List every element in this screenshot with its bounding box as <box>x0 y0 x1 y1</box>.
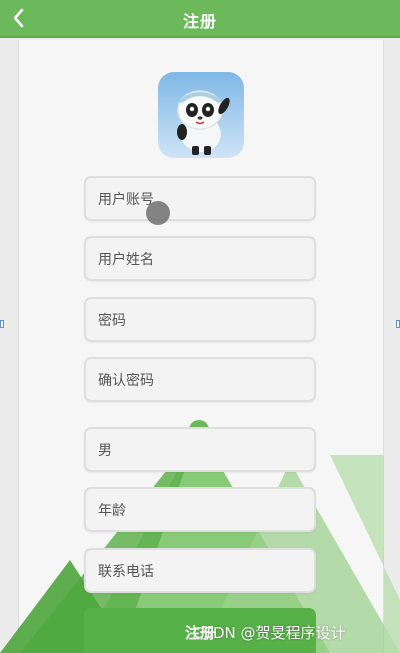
app-header: 注册 <box>0 0 400 38</box>
phone-placeholder: 联系电话 <box>98 563 154 580</box>
confirm-password-field[interactable]: 确认密码 <box>84 357 316 402</box>
name-field[interactable]: 用户姓名 <box>84 236 316 281</box>
confirm-password-placeholder: 确认密码 <box>98 372 154 389</box>
gender-select[interactable]: 男 <box>84 427 316 472</box>
page-title: 注册 <box>182 12 217 31</box>
right-edge-handle <box>396 320 400 328</box>
left-edge-handle <box>0 320 4 328</box>
app-logo <box>158 72 244 158</box>
panda-mascot-icon <box>158 72 244 158</box>
account-placeholder: 用户账号 <box>98 191 154 208</box>
age-placeholder: 年龄 <box>98 502 126 519</box>
gender-value: 男 <box>98 442 112 459</box>
watermark: CSDN @贺旻程序设计 <box>193 624 346 642</box>
name-placeholder: 用户姓名 <box>98 251 154 268</box>
password-placeholder: 密码 <box>98 312 126 329</box>
age-field[interactable]: 年龄 <box>84 487 316 532</box>
touch-indicator <box>146 201 170 225</box>
password-field[interactable]: 密码 <box>84 297 316 342</box>
phone-field[interactable]: 联系电话 <box>84 548 316 593</box>
account-field[interactable]: 用户账号 <box>84 176 316 221</box>
